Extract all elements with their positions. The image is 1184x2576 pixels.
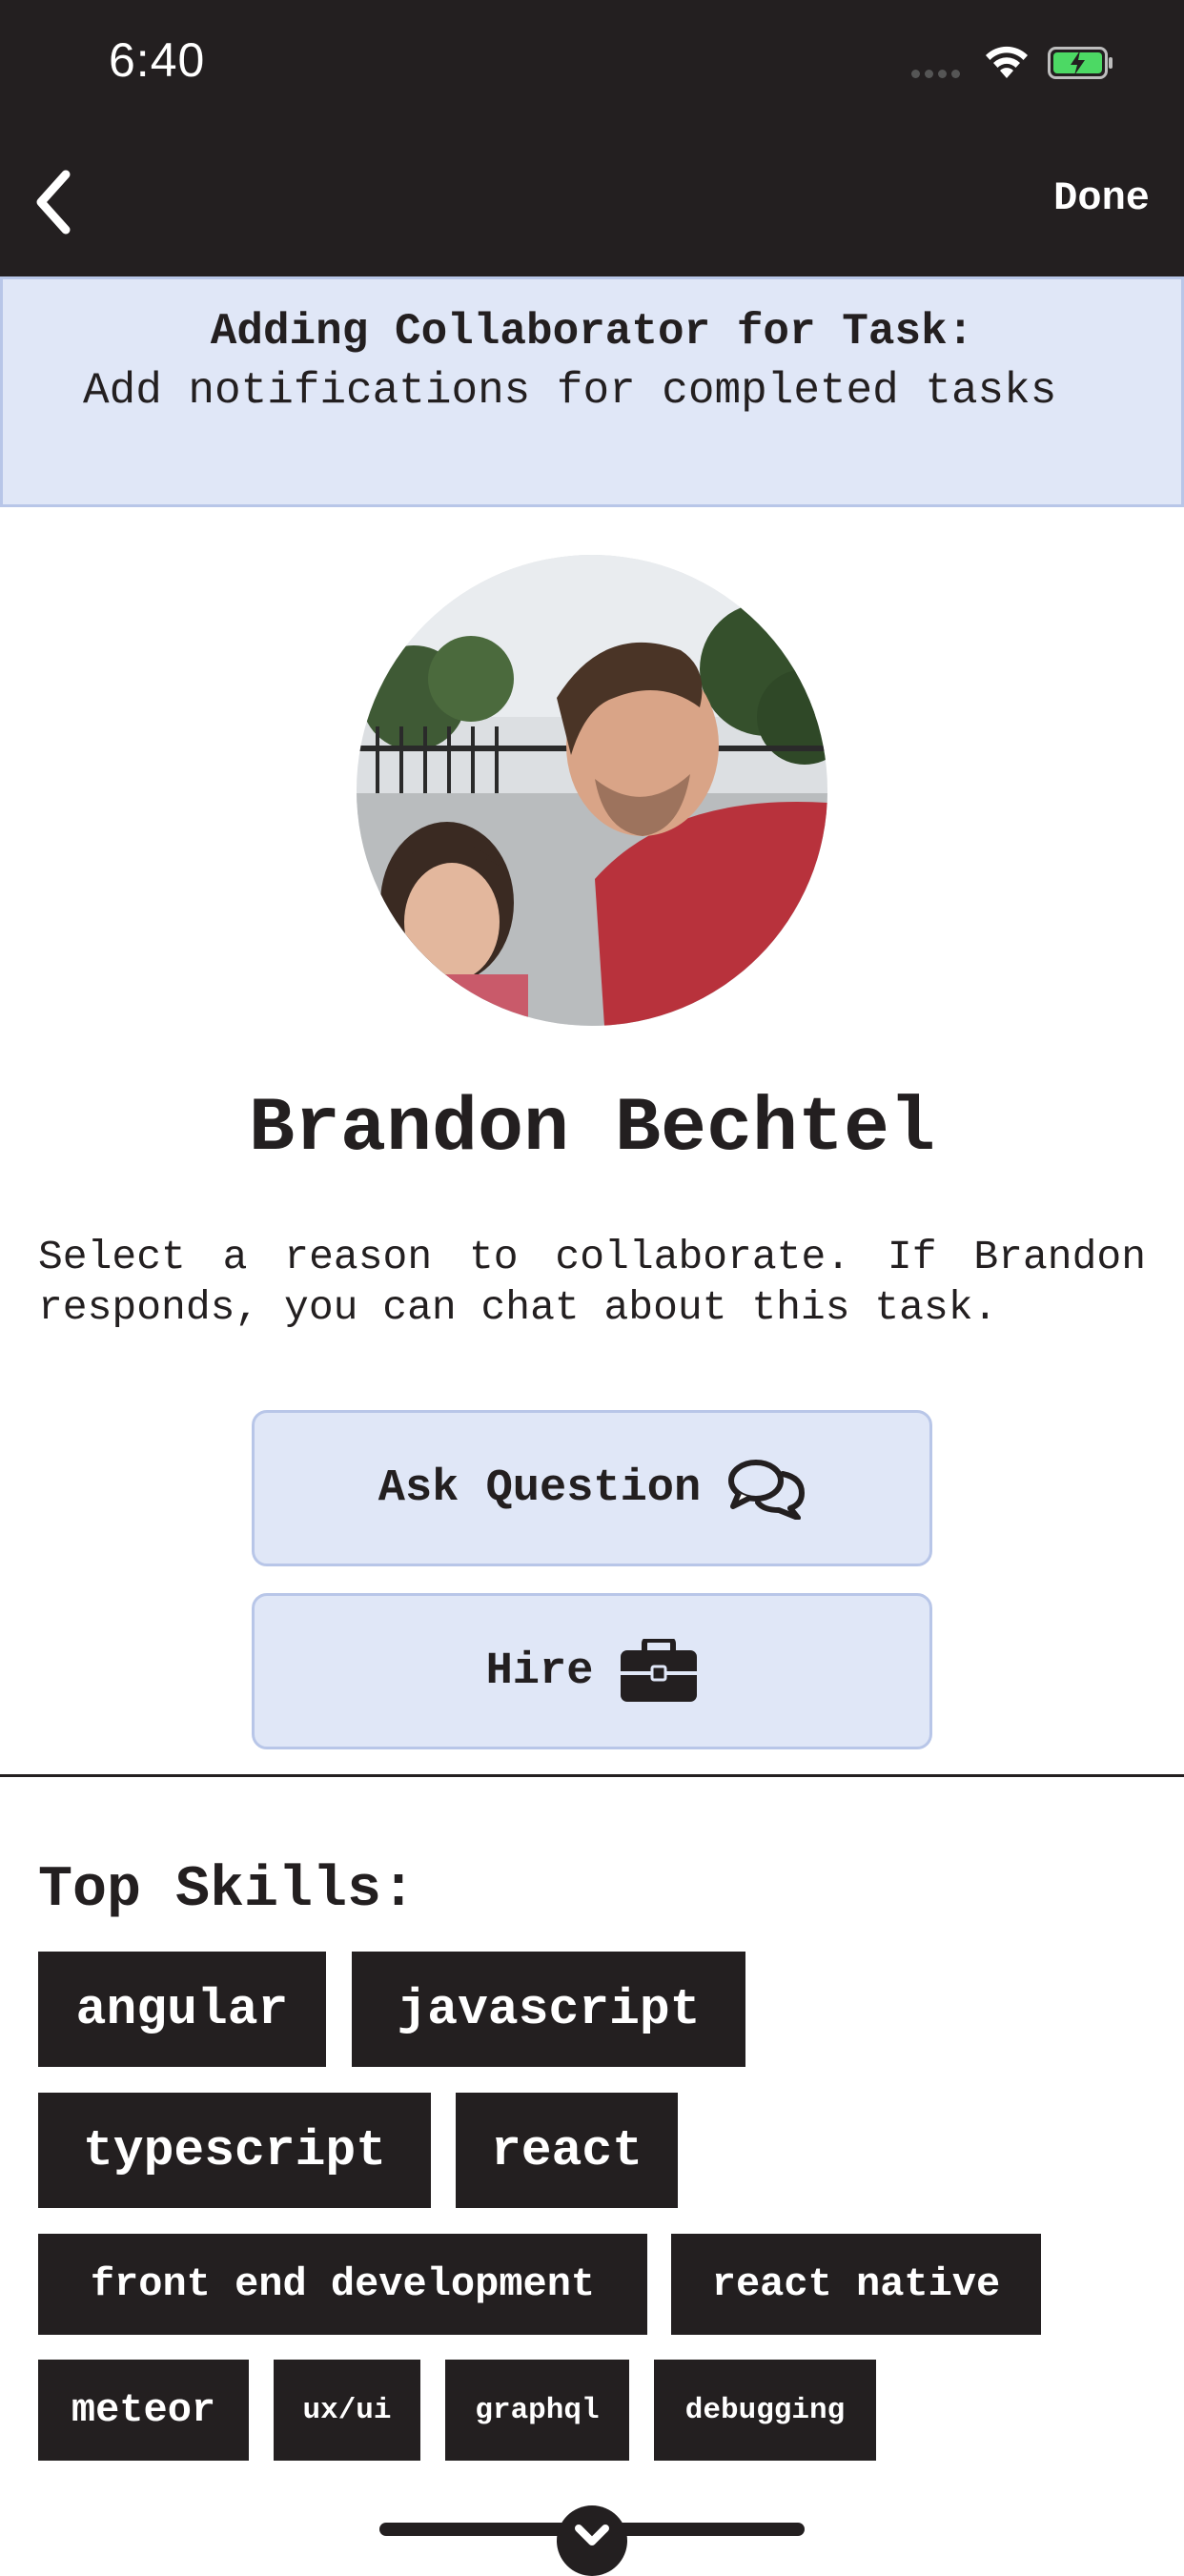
done-button[interactable]: Done [1053, 175, 1150, 221]
hire-label: Hire [485, 1646, 594, 1697]
status-time: 6:40 [109, 33, 206, 87]
chevron-down-icon [575, 2525, 609, 2545]
ask-question-button[interactable]: Ask Question [252, 1410, 932, 1566]
skill-tag-typescript[interactable]: typescript [38, 2093, 431, 2208]
skill-tag-react[interactable]: react [456, 2093, 678, 2208]
task-name: Add notifications for completed tasks [83, 366, 1057, 416]
hire-button[interactable]: Hire [252, 1593, 932, 1749]
chat-bubbles-icon [728, 1460, 806, 1520]
scroll-down-button[interactable] [557, 2505, 627, 2576]
skill-tag-javascript[interactable]: javascript [352, 1952, 745, 2067]
skill-tag-graphql[interactable]: graphql [445, 2360, 629, 2461]
avatar [357, 555, 827, 1026]
status-bar: 6:40 [0, 0, 1184, 126]
signal-dots-icon [911, 70, 960, 78]
battery-charging-icon [1048, 47, 1113, 79]
nav-bar: Done [0, 126, 1184, 276]
profile-photo [357, 555, 827, 1026]
task-banner: Adding Collaborator for Task: Add notifi… [0, 276, 1184, 507]
section-divider [0, 1774, 1184, 1777]
skill-tag-front-end-development[interactable]: front end development [38, 2234, 647, 2335]
skill-tag-angular[interactable]: angular [38, 1952, 326, 2067]
briefcase-icon [621, 1639, 698, 1702]
back-button[interactable] [21, 164, 88, 240]
skill-tag-react-native[interactable]: react native [671, 2234, 1041, 2335]
ask-question-label: Ask Question [378, 1462, 702, 1514]
skill-tag-meteor[interactable]: meteor [38, 2360, 249, 2461]
banner-heading: Adding Collaborator for Task: [210, 307, 974, 357]
profile-name: Brandon Bechtel [248, 1086, 936, 1173]
chevron-left-icon [36, 170, 71, 235]
skill-tag-ux-ui[interactable]: ux/ui [274, 2360, 420, 2461]
collaborate-prompt: Select a reason to collaborate. If Brand… [38, 1234, 1146, 1331]
skill-tag-debugging[interactable]: debugging [654, 2360, 876, 2461]
wifi-icon [986, 46, 1028, 78]
skills-heading: Top Skills: [38, 1858, 417, 1923]
